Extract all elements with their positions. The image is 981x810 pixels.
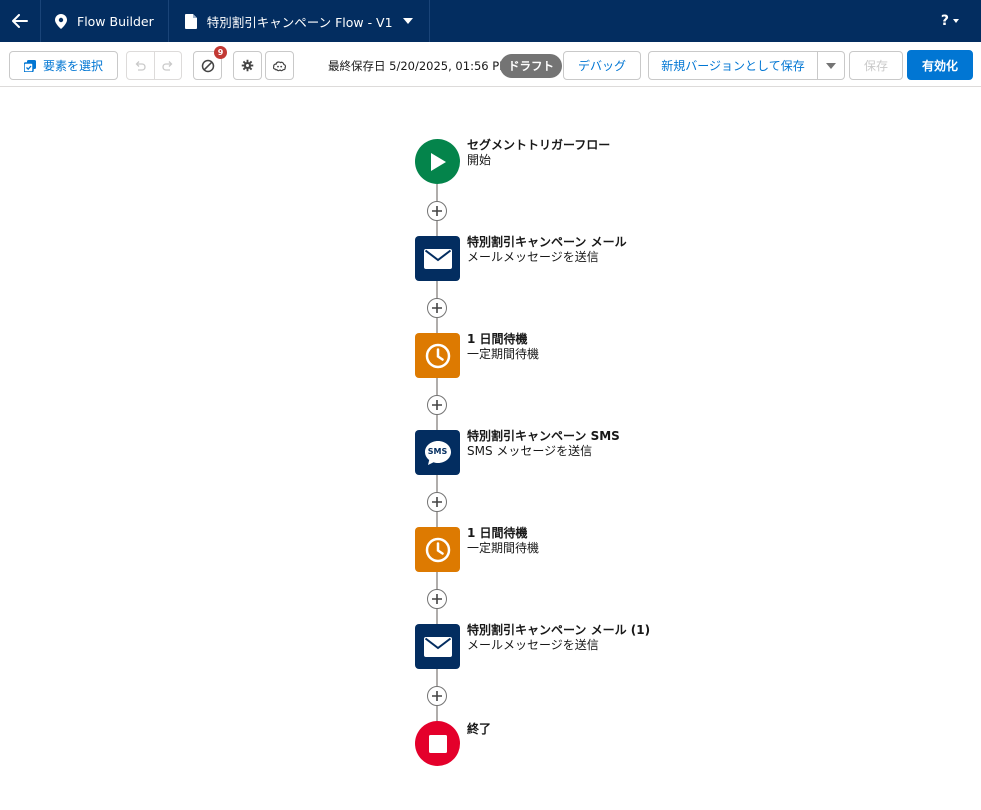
plus-icon xyxy=(432,497,442,507)
app-name-area: Flow Builder xyxy=(41,0,169,42)
email-icon xyxy=(423,248,452,269)
help-menu[interactable]: ? xyxy=(931,0,981,42)
toolbar: 要素を選択 9 最終保存日 5/20/2025, 01:56 PM ドラフト デ… xyxy=(0,42,981,87)
chevron-down-icon xyxy=(953,19,959,23)
status-badge: ドラフト xyxy=(500,54,562,78)
undo-redo-group xyxy=(126,51,182,80)
start-node[interactable] xyxy=(415,139,460,184)
chevron-down-icon xyxy=(402,18,413,24)
sms-node[interactable]: SMS xyxy=(415,430,460,475)
node-title: 1 日間待機 xyxy=(467,332,528,346)
sms-icon-text: SMS xyxy=(427,446,448,456)
wait-node-label: 1 日間待機 一定期間待機 xyxy=(467,332,539,362)
node-title: 特別割引キャンペーン メール (1) xyxy=(467,623,651,637)
wait-node[interactable] xyxy=(415,333,460,378)
debug-button[interactable]: デバッグ xyxy=(563,51,641,80)
gear-icon xyxy=(241,59,254,72)
start-node-label: セグメントトリガーフロー 開始 xyxy=(467,138,610,168)
plus-icon xyxy=(432,594,442,604)
add-element-button[interactable] xyxy=(427,201,447,221)
flow-canvas[interactable]: セグメントトリガーフロー 開始 特別割引キャンペーン メール メールメッセージを… xyxy=(0,87,981,810)
back-button[interactable] xyxy=(0,0,41,42)
ban-icon xyxy=(201,59,214,72)
select-elements-button[interactable]: 要素を選択 xyxy=(9,51,118,80)
flow-title-menu[interactable]: 特別割引キャンペーン Flow - V1 xyxy=(169,0,430,42)
redo-button[interactable] xyxy=(153,52,181,79)
activate-label: 有効化 xyxy=(921,58,958,73)
plus-icon xyxy=(432,303,442,313)
help-icon: ? xyxy=(940,13,949,29)
location-pin-icon xyxy=(55,13,67,29)
clock-icon xyxy=(425,343,450,368)
error-count-badge: 9 xyxy=(214,46,227,59)
wait-node[interactable] xyxy=(415,527,460,572)
node-subtitle: メールメッセージを送信 xyxy=(467,250,599,264)
email-node-label: 特別割引キャンペーン メール (1) メールメッセージを送信 xyxy=(467,623,650,653)
add-element-button[interactable] xyxy=(427,492,447,512)
save-as-new-version-label: 新規バージョンとして保存 xyxy=(661,59,805,73)
email-icon xyxy=(423,636,452,657)
node-title: 終了 xyxy=(467,722,492,736)
end-node[interactable] xyxy=(415,721,460,766)
node-subtitle: SMS メッセージを送信 xyxy=(467,444,593,458)
einstein-icon xyxy=(273,60,286,71)
email-node[interactable] xyxy=(415,236,460,281)
node-title: セグメントトリガーフロー xyxy=(467,138,611,152)
wait-node-label: 1 日間待機 一定期間待機 xyxy=(467,526,539,556)
node-title: 特別割引キャンペーン メール xyxy=(467,235,627,249)
select-elements-label: 要素を選択 xyxy=(42,59,103,73)
email-node-label: 特別割引キャンペーン メール メールメッセージを送信 xyxy=(467,235,627,265)
play-icon xyxy=(430,152,446,171)
node-subtitle: 一定期間待機 xyxy=(467,347,540,361)
save-as-new-version-button[interactable]: 新規バージョンとして保存 xyxy=(648,51,818,80)
node-subtitle: メールメッセージを送信 xyxy=(467,638,599,652)
flow-title: 特別割引キャンペーン Flow - V1 xyxy=(206,14,393,30)
app-header: Flow Builder 特別割引キャンペーン Flow - V1 ? xyxy=(0,0,981,42)
app-name: Flow Builder xyxy=(77,13,154,29)
plus-icon xyxy=(432,206,442,216)
add-element-button[interactable] xyxy=(427,298,447,318)
clock-icon xyxy=(425,537,450,562)
settings-button[interactable] xyxy=(233,51,262,80)
save-label: 保存 xyxy=(863,59,888,73)
end-node-label: 終了 xyxy=(467,722,491,737)
errors-button[interactable]: 9 xyxy=(193,46,227,80)
stop-icon xyxy=(428,734,447,753)
select-elements-icon xyxy=(23,59,36,72)
plus-icon xyxy=(432,400,442,410)
plus-icon xyxy=(432,691,442,701)
add-element-button[interactable] xyxy=(427,395,447,415)
document-icon xyxy=(184,13,197,29)
node-title: 特別割引キャンペーン SMS xyxy=(467,429,620,443)
node-subtitle: 開始 xyxy=(467,153,492,167)
sms-node-label: 特別割引キャンペーン SMS SMS メッセージを送信 xyxy=(467,429,620,459)
email-node[interactable] xyxy=(415,624,460,669)
activate-button[interactable]: 有効化 xyxy=(907,50,973,80)
chevron-down-icon xyxy=(826,62,836,69)
add-element-button[interactable] xyxy=(427,589,447,609)
redo-icon xyxy=(162,60,173,71)
last-saved-text: 最終保存日 5/20/2025, 01:56 PM xyxy=(328,59,510,73)
back-arrow-icon xyxy=(12,14,28,28)
add-element-button[interactable] xyxy=(427,686,447,706)
save-button[interactable]: 保存 xyxy=(849,51,903,80)
node-subtitle: 一定期間待機 xyxy=(467,541,540,555)
node-title: 1 日間待機 xyxy=(467,526,528,540)
sms-icon: SMS xyxy=(424,440,452,466)
undo-button[interactable] xyxy=(127,52,154,79)
einstein-button[interactable] xyxy=(265,51,294,80)
debug-label: デバッグ xyxy=(577,59,626,73)
undo-icon xyxy=(136,60,147,71)
save-options-dropdown[interactable] xyxy=(817,51,845,80)
